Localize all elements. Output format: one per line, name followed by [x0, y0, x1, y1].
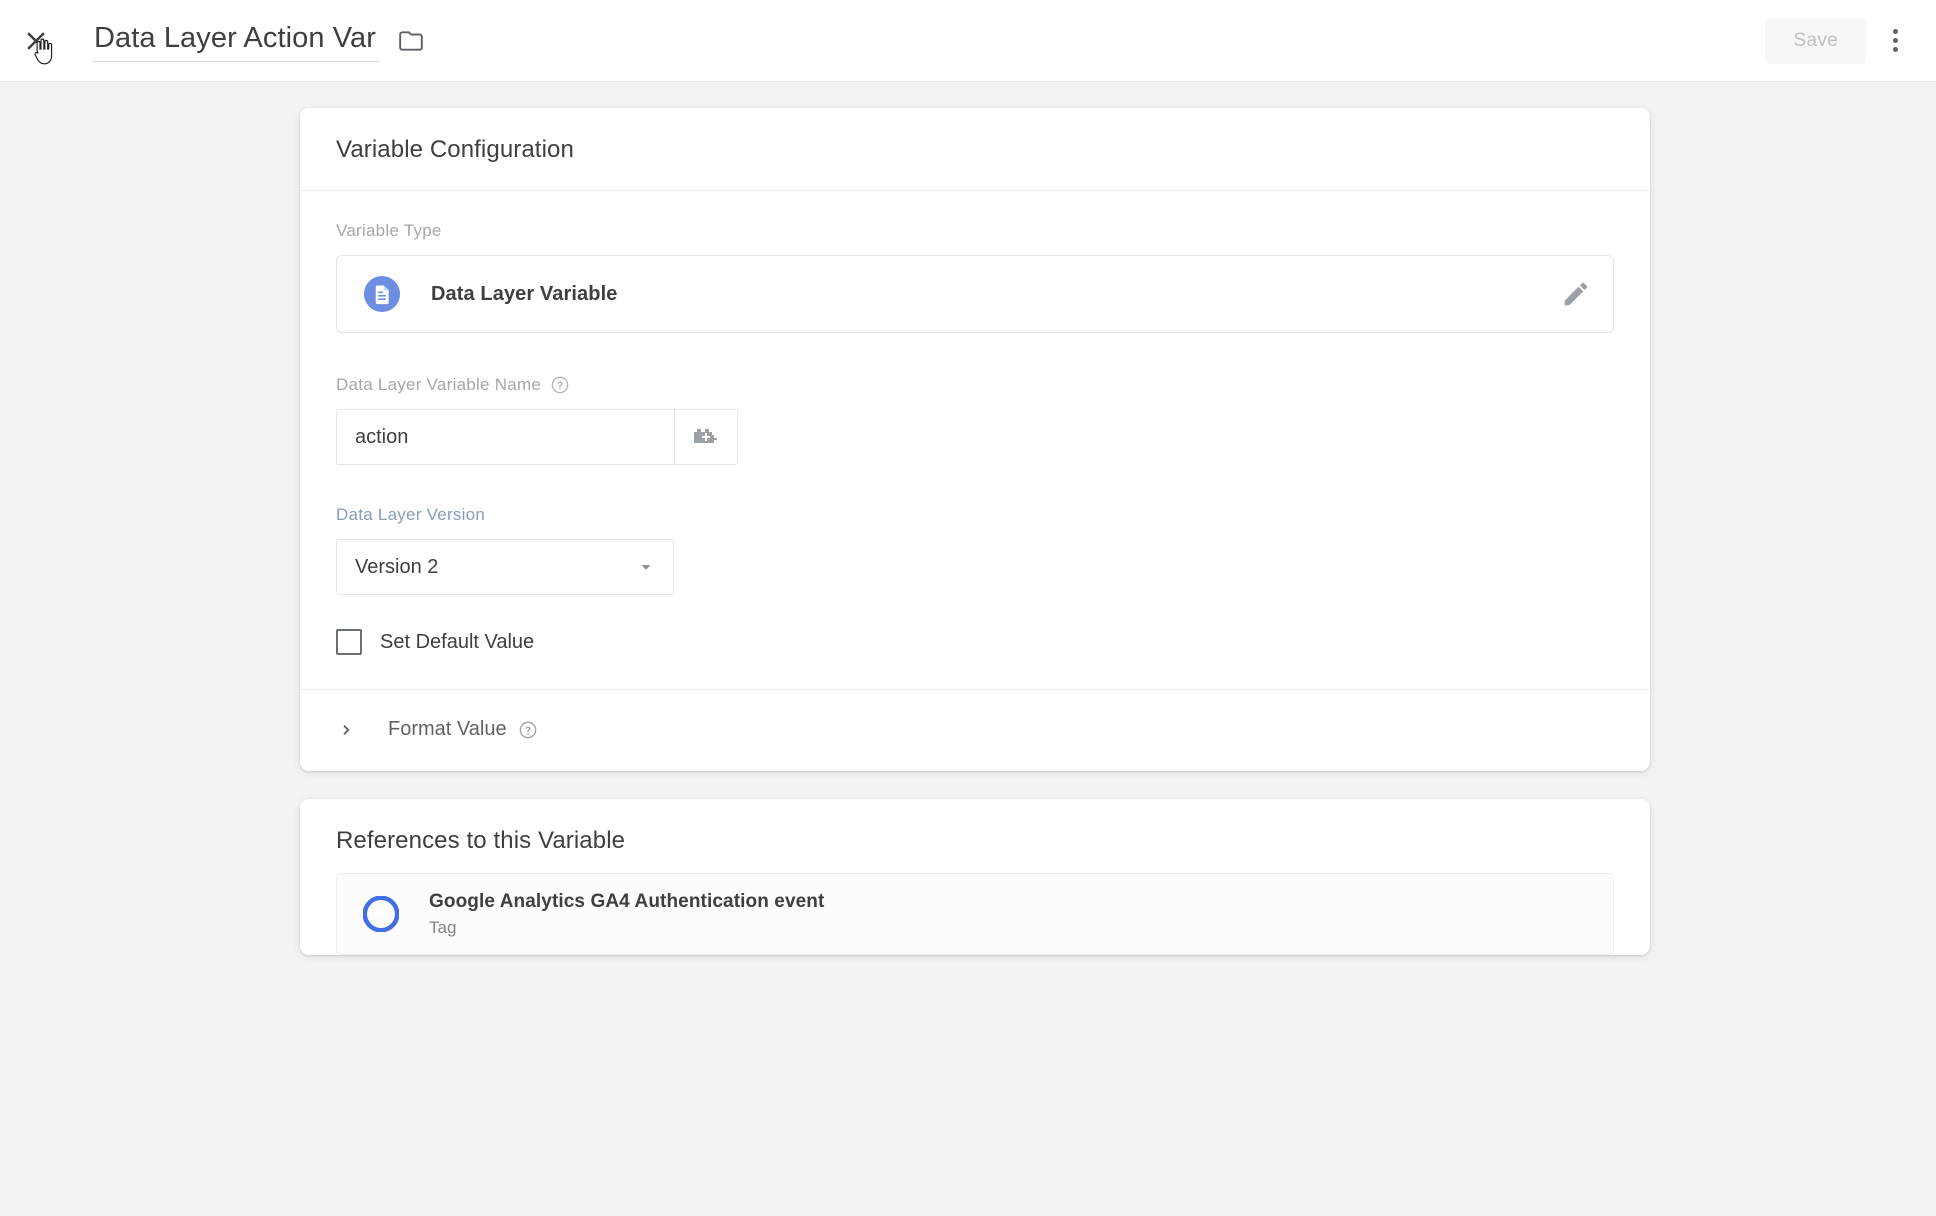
pencil-icon [1561, 279, 1591, 309]
title-area [92, 20, 424, 62]
save-button[interactable]: Save [1765, 18, 1866, 64]
page-content: Variable Configuration Variable Type [0, 82, 1936, 1216]
list-item[interactable]: Google Analytics GA4 Authentication even… [336, 873, 1614, 955]
insert-variable-button[interactable] [674, 409, 738, 465]
help-circle-icon[interactable] [518, 720, 538, 740]
edit-variable-type-button[interactable] [1561, 279, 1591, 309]
reference-type: Tag [429, 918, 824, 938]
folder-icon [398, 28, 424, 54]
references-body: Google Analytics GA4 Authentication even… [300, 873, 1650, 955]
list-item-text: Google Analytics GA4 Authentication even… [429, 891, 824, 938]
chevron-down-icon [635, 556, 657, 578]
format-value-label-group: Format Value [388, 718, 538, 741]
set-default-value-label: Set Default Value [380, 631, 534, 654]
dlv-name-label: Data Layer Variable Name [336, 375, 1614, 395]
app-bar-actions: Save [1765, 18, 1936, 64]
references-title: References to this Variable [300, 799, 1650, 873]
help-circle-icon[interactable] [550, 375, 570, 395]
set-default-value-row[interactable]: Set Default Value [336, 629, 1614, 689]
data-layer-variable-icon [363, 275, 401, 313]
variable-configuration-body: Variable Type Data Layer Variable [300, 191, 1650, 771]
format-value-label: Format Value [388, 718, 507, 741]
variable-type-selector[interactable]: Data Layer Variable [336, 255, 1614, 333]
more-vert-icon [1893, 38, 1898, 43]
data-layer-version-select[interactable]: Version 2 [336, 539, 674, 595]
folder-button[interactable] [398, 28, 424, 54]
variable-name-input[interactable] [92, 20, 380, 62]
more-options-button[interactable] [1872, 18, 1918, 64]
close-icon [21, 26, 51, 56]
data-layer-version-value: Version 2 [355, 556, 438, 579]
dlv-name-row [336, 409, 1614, 465]
close-button[interactable] [12, 17, 60, 65]
variable-configuration-card: Variable Configuration Variable Type [300, 108, 1650, 771]
tag-icon [363, 896, 399, 932]
variable-type-label: Variable Type [336, 221, 1614, 241]
more-vert-icon [1893, 47, 1898, 52]
set-default-value-checkbox[interactable] [336, 629, 362, 655]
format-value-accordion[interactable]: Format Value [300, 689, 1650, 771]
references-card: References to this Variable Google Analy… [300, 799, 1650, 955]
brick-plus-icon [692, 424, 720, 450]
variable-type-name: Data Layer Variable [431, 283, 617, 306]
variable-configuration-title: Variable Configuration [300, 108, 1650, 191]
data-layer-variable-name-input[interactable] [336, 409, 674, 465]
reference-title: Google Analytics GA4 Authentication even… [429, 891, 824, 913]
top-app-bar: Save [0, 0, 1936, 82]
more-vert-icon [1893, 29, 1898, 34]
data-layer-version-label: Data Layer Version [336, 505, 1614, 525]
chevron-right-icon [336, 719, 358, 741]
